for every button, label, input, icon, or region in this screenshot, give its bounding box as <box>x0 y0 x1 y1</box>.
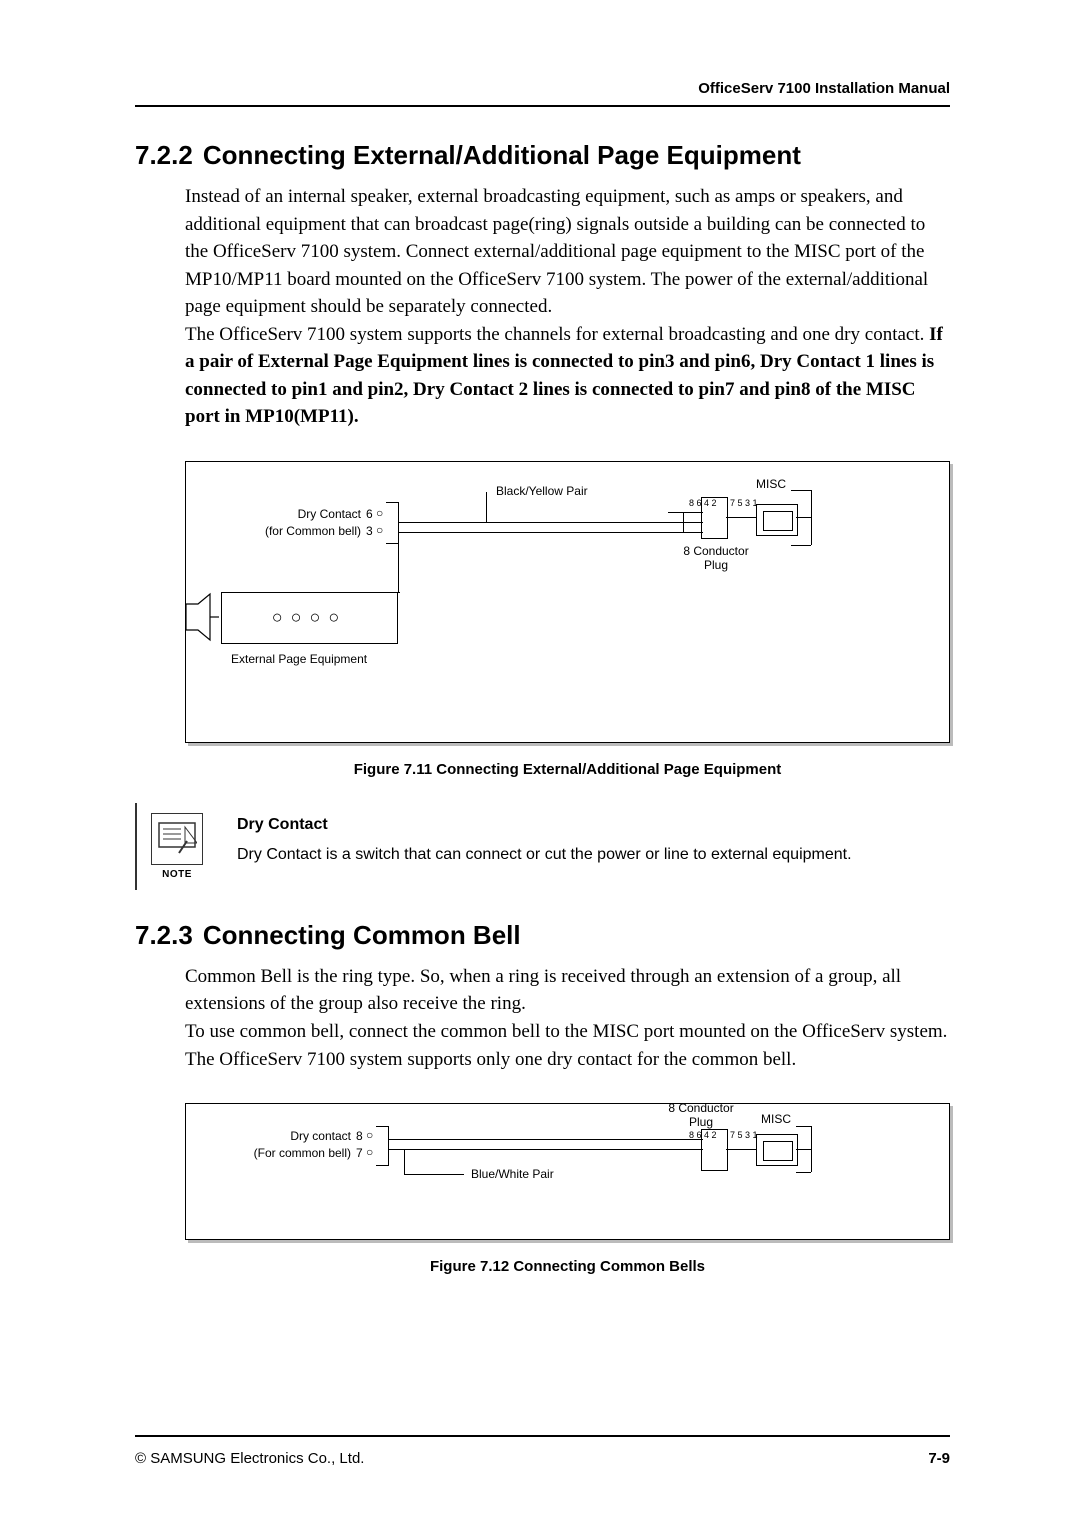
fig712-misc-port-icon <box>756 1134 798 1166</box>
section-title: Connecting External/Additional Page Equi… <box>203 140 801 170</box>
fig712-pin8: 8 <box>356 1129 363 1143</box>
section-number: 7.2.3 <box>135 920 193 951</box>
note-title: Dry Contact <box>237 813 852 837</box>
figure-7-11: Dry Contact (for Common bell) 6 3 ○ ○ Bl… <box>185 461 950 743</box>
section-7-2-2-body: Instead of an internal speaker, external… <box>185 183 950 431</box>
fig711-pins-right: 8 6 4 2 <box>689 498 717 508</box>
fig711-misc-port-icon <box>756 504 798 536</box>
fig712-misc-label: MISC <box>761 1112 791 1126</box>
fig711-pins-left: 7 5 3 1 <box>730 498 758 508</box>
header-rule <box>135 105 950 107</box>
note-label: NOTE <box>162 869 192 880</box>
fig711-pin3: 3 <box>366 524 373 538</box>
fig711-misc-label: MISC <box>756 477 786 491</box>
fig712-pins-left: 7 5 3 1 <box>730 1130 758 1140</box>
section-7-2-2-heading: 7.2.2 Connecting External/Additional Page… <box>135 140 950 171</box>
section-title: Connecting Common Bell <box>203 920 521 950</box>
fig711-ext-eq-label: External Page Equipment <box>231 652 367 666</box>
fig711-horn-icon <box>186 592 219 642</box>
fig711-plug-label: 8 Conductor Plug <box>676 544 756 572</box>
figure-7-12-caption: Figure 7.12 Connecting Common Bells <box>185 1258 950 1275</box>
fig711-common-bell-label: (for Common bell) <box>256 524 361 538</box>
fig712-common-bell-label: (For common bell) <box>246 1146 351 1160</box>
fig712-pair-label: Blue/White Pair <box>471 1167 554 1181</box>
section-7-2-3-heading: 7.2.3 Connecting Common Bell <box>135 920 950 951</box>
fig712-pins-right: 8 6 4 2 <box>689 1130 717 1140</box>
figure-7-11-caption: Figure 7.11 Connecting External/Addition… <box>185 761 950 778</box>
figure-7-12: Dry contact (For common bell) 8 7 ○ ○ Bl… <box>185 1103 950 1240</box>
fig712-dry-contact-label: Dry contact <box>261 1129 351 1143</box>
header-doc-title: OfficeServ 7100 Installation Manual <box>698 80 950 97</box>
fig711-pin6: 6 <box>366 507 373 521</box>
s722-para-b: The OfficeServ 7100 system supports the … <box>185 324 929 345</box>
page-content: 7.2.2 Connecting External/Additional Page… <box>135 140 950 1417</box>
footer-rule <box>135 1435 950 1437</box>
footer-page-number: 7-9 <box>928 1450 950 1467</box>
s722-para-a: Instead of an internal speaker, external… <box>185 186 928 317</box>
section-7-2-3-body: Common Bell is the ring type. So, when a… <box>185 963 950 1073</box>
fig711-external-eq-box: ○○○○ <box>221 592 398 644</box>
document-page: OfficeServ 7100 Installation Manual 7.2.… <box>0 0 1080 1527</box>
fig712-pin7: 7 <box>356 1146 363 1160</box>
note-icon <box>151 813 203 865</box>
note-dry-contact: NOTE Dry Contact Dry Contact is a switch… <box>135 803 950 890</box>
footer-copyright: © SAMSUNG Electronics Co., Ltd. <box>135 1450 364 1467</box>
fig712-plug-label: 8 Conductor Plug <box>661 1101 741 1129</box>
section-number: 7.2.2 <box>135 140 193 171</box>
note-body: Dry Contact is a switch that can connect… <box>237 843 852 867</box>
fig711-pair-label: Black/Yellow Pair <box>496 484 588 498</box>
fig711-dry-contact-label: Dry Contact <box>271 507 361 521</box>
